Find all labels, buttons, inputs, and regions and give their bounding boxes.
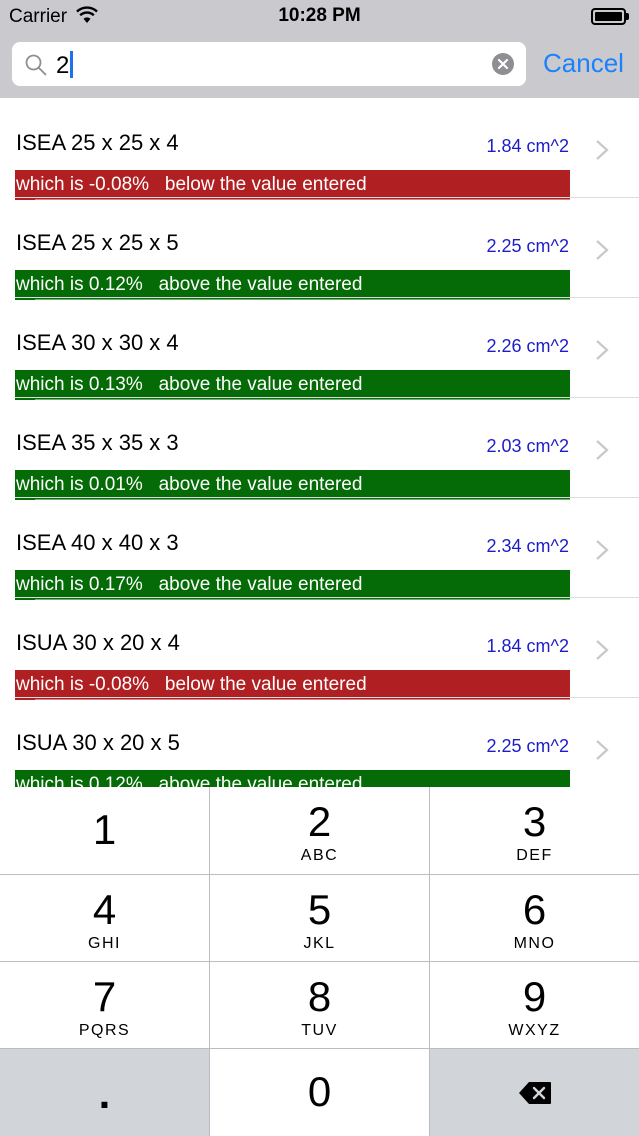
list-item[interactable]: ISUA 30 x 20 x 4 1.84 cm^2 which is -0.0… — [0, 598, 639, 700]
chevron-right-icon — [596, 640, 609, 660]
section-area: 2.25 cm^2 — [486, 236, 570, 256]
numeric-keypad: 1 2 ABC 3 DEF 4 GHI 5 JKL 6 MNO 7 PQRS 8 TUV 9W… — [0, 787, 639, 1136]
difference-banner: which is -0.08% below the value entered — [15, 670, 570, 700]
clock: 10:28 PM — [278, 5, 361, 26]
key-9[interactable]: 9 WXYZ — [430, 962, 639, 1049]
section-area: 2.03 cm^2 — [486, 436, 570, 456]
section-name: ISUA 30 x 20 x 4 — [16, 630, 180, 655]
battery-icon — [591, 8, 629, 25]
chevron-right-icon — [596, 540, 609, 560]
section-area: 1.84 cm^2 — [486, 136, 570, 156]
difference-banner: which is 0.01% above the value entered — [15, 470, 570, 500]
section-area: 2.26 cm^2 — [486, 336, 570, 356]
section-name: ISUA 30 x 20 x 5 — [16, 730, 180, 755]
key-8[interactable]: 8 TUV — [210, 962, 430, 1049]
chevron-right-icon — [596, 440, 609, 460]
key-4[interactable]: 4 GHI — [0, 875, 210, 962]
difference-banner: which is 0.12% above the value entered — [15, 270, 570, 300]
chevron-right-icon — [596, 240, 609, 260]
status-bar: Carrier 10:28 PM — [0, 0, 639, 34]
list-item[interactable]: ISUA 30 x 20 x 5 2.25 cm^2 which is 0.12… — [0, 698, 639, 787]
key-2[interactable]: 2 ABC — [210, 787, 430, 875]
delete-key[interactable] — [430, 1049, 639, 1136]
chevron-right-icon — [596, 340, 609, 360]
list-item[interactable]: ISEA 35 x 35 x 3 2.03 cm^2 which is 0.01… — [0, 398, 639, 500]
list-item[interactable]: ISEA 25 x 25 x 4 1.84 cm^2 which is -0.0… — [0, 98, 639, 200]
key-decimal[interactable]: . — [0, 1049, 210, 1136]
header: Carrier 10:28 PM 2 Cancel — [0, 0, 639, 98]
key-6[interactable]: 6 MNO — [430, 875, 639, 962]
list-item[interactable]: ISEA 25 x 25 x 5 2.25 cm^2 which is 0.12… — [0, 198, 639, 300]
text-cursor — [70, 51, 74, 78]
list-item[interactable]: ISEA 40 x 40 x 3 2.34 cm^2 which is 0.17… — [0, 498, 639, 600]
results-list[interactable]: ISEA 25 x 25 x 4 1.84 cm^2 which is -0.0… — [0, 98, 639, 787]
key-1[interactable]: 1 — [0, 787, 210, 875]
section-name: ISEA 25 x 25 x 5 — [16, 230, 179, 255]
section-name: ISEA 25 x 25 x 4 — [16, 130, 179, 155]
key-7[interactable]: 7 PQRS — [0, 962, 210, 1049]
section-area: 2.25 cm^2 — [486, 736, 570, 756]
list-item[interactable]: ISEA 30 x 30 x 4 2.26 cm^2 which is 0.13… — [0, 298, 639, 400]
chevron-right-icon — [596, 740, 609, 760]
difference-banner: which is -0.08% below the value entered — [15, 170, 570, 200]
search-text: 2 — [56, 51, 74, 79]
search-input[interactable]: 2 — [12, 42, 526, 86]
key-3[interactable]: 3 DEF — [430, 787, 639, 875]
section-name: ISEA 30 x 30 x 4 — [16, 330, 179, 355]
difference-banner: which is 0.13% above the value entered — [15, 370, 570, 400]
key-0[interactable]: 0 — [210, 1049, 430, 1136]
chevron-right-icon — [596, 140, 609, 160]
search-icon — [25, 54, 47, 76]
backspace-icon — [519, 1082, 551, 1104]
clear-icon[interactable] — [492, 53, 514, 75]
section-area: 1.84 cm^2 — [486, 636, 570, 656]
cancel-button[interactable]: Cancel — [543, 47, 624, 79]
key-5[interactable]: 5 JKL — [210, 875, 430, 962]
section-name: ISEA 40 x 40 x 3 — [16, 530, 179, 555]
section-name: ISEA 35 x 35 x 3 — [16, 430, 179, 455]
difference-banner: which is 0.12% above the value entered — [15, 770, 570, 787]
section-area: 2.34 cm^2 — [486, 536, 570, 556]
difference-banner: which is 0.17% above the value entered — [15, 570, 570, 600]
